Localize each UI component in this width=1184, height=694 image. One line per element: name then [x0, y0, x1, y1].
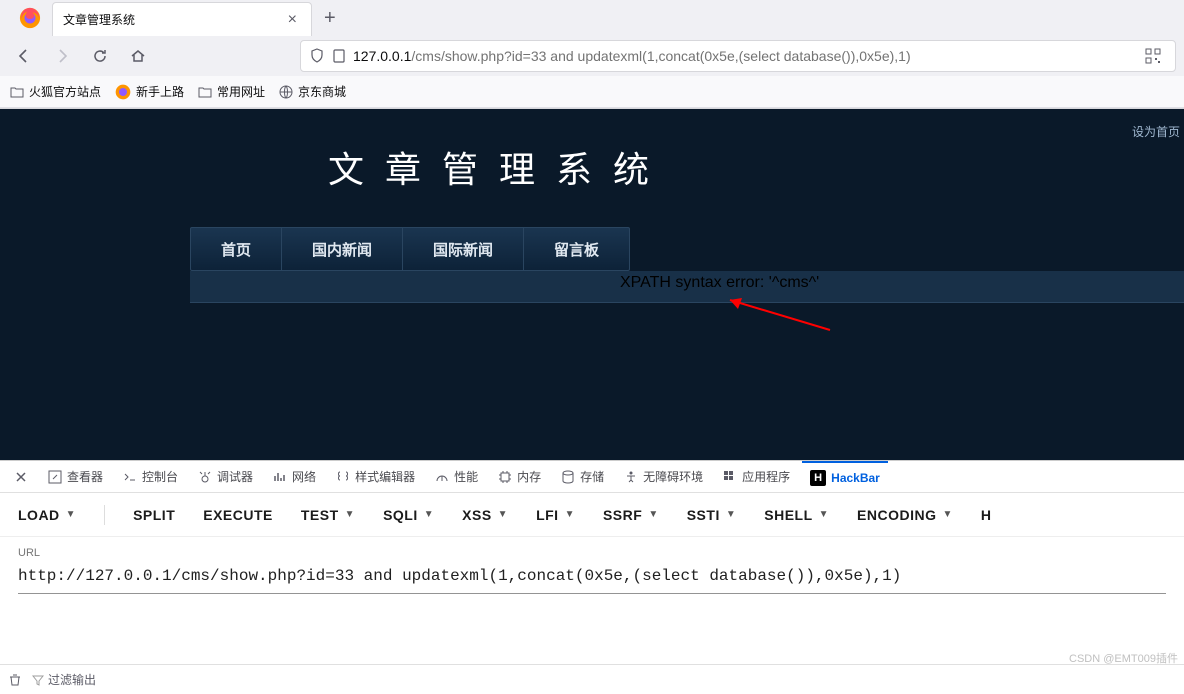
devtools-tabs: 查看器 控制台 调试器 网络 样式编辑器 性能 内存 存储 无障碍环境 应用程序… — [0, 461, 1184, 493]
hackbar-ssrf-button[interactable]: SSRF▼ — [603, 507, 659, 523]
shield-icon — [309, 48, 325, 64]
chevron-down-icon: ▼ — [345, 509, 355, 520]
tab-memory[interactable]: 内存 — [490, 461, 549, 493]
chevron-down-icon: ▼ — [726, 509, 736, 520]
nav-home[interactable]: 首页 — [191, 228, 282, 270]
tab-accessibility[interactable]: 无障碍环境 — [616, 461, 711, 493]
application-icon — [723, 470, 737, 484]
chevron-down-icon: ▼ — [498, 509, 508, 520]
hackbar-h-button[interactable]: H — [981, 507, 992, 523]
nav-bar: 127.0.0.1/cms/show.php?id=33 and updatex… — [0, 36, 1184, 76]
site-nav: 首页 国内新闻 国际新闻 留言板 — [190, 227, 630, 271]
page-icon — [331, 48, 347, 64]
storage-icon — [561, 470, 575, 484]
watermark: CSDN @EMT009插件 — [1069, 650, 1178, 666]
chevron-down-icon: ▼ — [565, 509, 575, 520]
inspector-icon — [48, 470, 62, 484]
filter-output[interactable]: 过滤输出 — [32, 671, 96, 688]
hackbar-body: URL http://127.0.0.1/cms/show.php?id=33 … — [0, 537, 1184, 598]
memory-icon — [498, 470, 512, 484]
hackbar-load-button[interactable]: LOAD▼ — [18, 507, 76, 523]
devtools-footer: 过滤输出 — [0, 664, 1184, 694]
url-bar[interactable]: 127.0.0.1/cms/show.php?id=33 and updatex… — [300, 40, 1176, 72]
bookmark-jd[interactable]: 京东商城 — [279, 83, 346, 100]
tab-bar: 文章管理系统 × + — [0, 0, 1184, 36]
site-title: 文 章 管 理 系 统 — [328, 141, 655, 193]
globe-icon — [279, 85, 293, 99]
nav-international-news[interactable]: 国际新闻 — [403, 228, 524, 270]
chevron-down-icon: ▼ — [648, 509, 658, 520]
reload-button[interactable] — [84, 40, 116, 72]
annotation-arrow — [720, 295, 840, 335]
new-tab-button[interactable]: + — [312, 7, 348, 30]
close-icon[interactable]: × — [284, 11, 301, 29]
style-icon — [336, 470, 350, 484]
tab-storage[interactable]: 存储 — [553, 461, 612, 493]
bookmark-common-urls[interactable]: 常用网址 — [198, 83, 265, 100]
performance-icon — [435, 470, 449, 484]
set-homepage-link[interactable]: 设为首页 — [1132, 123, 1180, 140]
tab-title: 文章管理系统 — [63, 11, 284, 28]
forward-button[interactable] — [46, 40, 78, 72]
tab-hackbar[interactable]: HHackBar — [802, 461, 888, 493]
hackbar-sqli-button[interactable]: SQLI▼ — [383, 507, 434, 523]
hackbar-test-button[interactable]: TEST▼ — [301, 507, 355, 523]
tab-style-editor[interactable]: 样式编辑器 — [328, 461, 423, 493]
hackbar-icon: H — [810, 470, 826, 486]
accessibility-icon — [624, 470, 638, 484]
hackbar-ssti-button[interactable]: SSTI▼ — [687, 507, 737, 523]
folder-icon — [198, 85, 212, 99]
hackbar-url-input[interactable]: http://127.0.0.1/cms/show.php?id=33 and … — [18, 565, 1166, 594]
clear-button[interactable] — [8, 673, 22, 687]
home-button[interactable] — [122, 40, 154, 72]
devtools-close-button[interactable] — [6, 461, 36, 493]
bookmarks-bar: 火狐官方站点 新手上路 常用网址 京东商城 — [0, 76, 1184, 108]
page-content: 设为首页 文 章 管 理 系 统 首页 国内新闻 国际新闻 留言板 XPATH … — [0, 109, 1184, 461]
debugger-icon — [198, 470, 212, 484]
qr-icon[interactable] — [1145, 48, 1161, 64]
chevron-down-icon: ▼ — [819, 509, 829, 520]
hackbar-toolbar: LOAD▼ SPLIT EXECUTE TEST▼ SQLI▼ XSS▼ LFI… — [0, 493, 1184, 537]
hackbar-encoding-button[interactable]: ENCODING▼ — [857, 507, 953, 523]
hackbar-shell-button[interactable]: SHELL▼ — [764, 507, 829, 523]
xpath-error-message: XPATH syntax error: '^cms^' — [620, 274, 819, 292]
browser-tab[interactable]: 文章管理系统 × — [52, 2, 312, 36]
hackbar-url-label: URL — [18, 547, 1166, 559]
tab-network[interactable]: 网络 — [265, 461, 324, 493]
firefox-icon — [115, 84, 131, 100]
chevron-down-icon: ▼ — [943, 509, 953, 520]
bookmark-getting-started[interactable]: 新手上路 — [115, 83, 184, 100]
nav-domestic-news[interactable]: 国内新闻 — [282, 228, 403, 270]
bookmark-firefox-official[interactable]: 火狐官方站点 — [10, 83, 101, 100]
console-icon — [123, 470, 137, 484]
url-text: 127.0.0.1/cms/show.php?id=33 and updatex… — [353, 48, 1145, 64]
devtools-panel: 查看器 控制台 调试器 网络 样式编辑器 性能 内存 存储 无障碍环境 应用程序… — [0, 460, 1184, 694]
nav-guestbook[interactable]: 留言板 — [524, 228, 629, 270]
chevron-down-icon: ▼ — [66, 509, 76, 520]
tab-inspector[interactable]: 查看器 — [40, 461, 111, 493]
tab-application[interactable]: 应用程序 — [715, 461, 798, 493]
back-button[interactable] — [8, 40, 40, 72]
hackbar-lfi-button[interactable]: LFI▼ — [536, 507, 575, 523]
hackbar-xss-button[interactable]: XSS▼ — [462, 507, 508, 523]
tab-console[interactable]: 控制台 — [115, 461, 186, 493]
hackbar-split-button[interactable]: SPLIT — [133, 507, 175, 523]
tab-performance[interactable]: 性能 — [427, 461, 486, 493]
hackbar-execute-button[interactable]: EXECUTE — [203, 507, 273, 523]
network-icon — [273, 470, 287, 484]
firefox-logo — [16, 4, 44, 32]
folder-icon — [10, 85, 24, 99]
chevron-down-icon: ▼ — [424, 509, 434, 520]
tab-debugger[interactable]: 调试器 — [190, 461, 261, 493]
